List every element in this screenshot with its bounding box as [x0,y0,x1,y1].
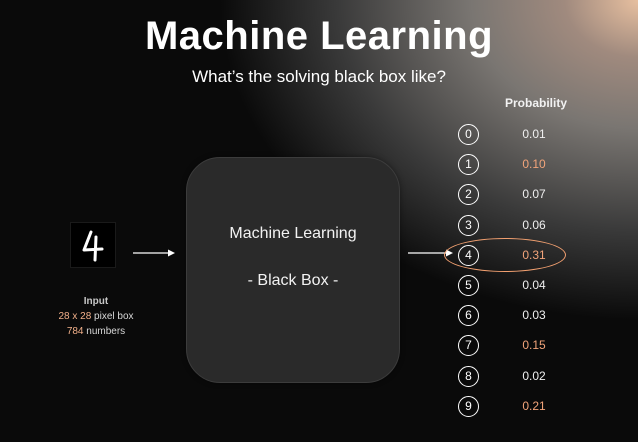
slide: Machine Learning What’s the solving blac… [0,0,638,442]
digit-circle: 3 [458,214,479,236]
probability-row: 0 0.01 [456,124,576,148]
digit-circle: 2 [458,184,479,206]
digit-circle: 7 [458,335,479,357]
digit-circle: 8 [458,365,479,387]
digit-circle: 9 [458,395,479,417]
probability-value: 0.03 [522,308,546,323]
probability-row: 5 0.04 [456,275,576,299]
black-box-title: Machine Learning [229,225,357,242]
digit-circle: 1 [458,154,479,176]
probability-value: 0.04 [522,278,546,292]
digit-circle: 6 [458,305,479,327]
probability-row: 7 0.15 [456,335,576,359]
probability-value: 0.07 [522,187,546,202]
probability-row: 6 0.03 [456,305,576,329]
probability-row: 3 0.06 [456,214,576,239]
digit-circle: 5 [458,275,479,296]
probability-row: 2 0.07 [456,184,576,208]
probability-row: 1 0.10 [456,154,576,178]
probability-value: 0.06 [522,217,546,232]
black-box-subtitle: - Black Box - [247,272,339,289]
probability-value: 0.15 [522,338,546,353]
digit-circle: 0 [458,124,479,145]
probability-value: 0.02 [522,368,546,383]
probability-row: 9 0.21 [456,395,576,420]
probability-header: Probability [504,96,567,110]
probability-value: 0.10 [522,157,546,172]
input-arrow [133,249,175,257]
black-box: Machine Learning - Black Box - [186,157,400,383]
probability-row: 8 0.02 [456,365,576,390]
probability-value: 0.01 [522,127,546,141]
highlight-ellipse [444,238,566,272]
probability-value: 0.21 [522,398,546,413]
